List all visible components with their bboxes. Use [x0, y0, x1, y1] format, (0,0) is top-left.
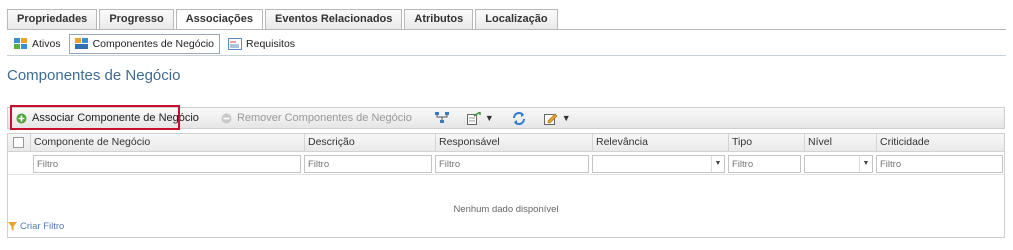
filter-criticidade-input[interactable]: [876, 155, 1003, 173]
empty-message: Nenhum dado disponível: [453, 204, 559, 215]
remove-components-button[interactable]: Remover Componentes de Negócio: [213, 107, 420, 129]
tabs-divider: [7, 29, 1006, 30]
tab-atributos[interactable]: Atributos: [404, 9, 474, 29]
refresh-button[interactable]: [503, 107, 535, 129]
grid-header: Componente de Negócio Descrição Responsá…: [8, 134, 1004, 152]
associate-label: Associar Componente de Negócio: [32, 112, 199, 124]
column-header-criticidade[interactable]: Criticidade: [876, 134, 1004, 152]
add-icon: [16, 113, 27, 123]
sub-tabs: Ativos Componentes de Negócio Requisitos: [8, 34, 301, 54]
hierarchy-view-button[interactable]: [426, 107, 458, 129]
dropdown-arrow-icon: ▼: [859, 156, 872, 172]
grid-toolbar: Associar Componente de Negócio Remover C…: [7, 107, 1005, 129]
remove-label: Remover Componentes de Negócio: [236, 112, 412, 124]
create-filter-link[interactable]: Criar Filtro: [8, 221, 64, 232]
dropdown-arrow-icon: ▼: [711, 156, 724, 172]
subtabs-divider: [7, 55, 1006, 56]
column-header-componente[interactable]: Componente de Negócio: [30, 134, 305, 152]
filter-icon: [8, 222, 17, 231]
subtab-requisitos-label: Requisitos: [246, 38, 296, 50]
hierarchy-icon: [434, 112, 449, 123]
subtab-requisitos[interactable]: Requisitos: [222, 34, 301, 54]
assets-icon: [14, 38, 27, 49]
filter-nivel-select[interactable]: ▼: [804, 155, 873, 173]
tab-progresso[interactable]: Progresso: [99, 9, 174, 29]
filter-relevancia-select[interactable]: ▼: [592, 155, 725, 173]
tab-propriedades[interactable]: Propriedades: [7, 9, 98, 29]
chevron-down-icon: ▼: [484, 113, 494, 123]
page-title: Componentes de Negócio: [7, 67, 181, 84]
create-filter-label: Criar Filtro: [20, 221, 65, 232]
tab-localizacao[interactable]: Localização: [475, 9, 558, 29]
column-header-relevancia[interactable]: Relevância: [592, 134, 728, 152]
tab-eventos-relacionados[interactable]: Eventos Relacionados: [265, 9, 403, 29]
tab-associacoes[interactable]: Associações: [175, 9, 263, 29]
remove-icon: [221, 113, 232, 123]
refresh-icon: [512, 111, 525, 125]
edit-icon: [543, 113, 558, 125]
associate-component-button[interactable]: Associar Componente de Negócio: [8, 107, 207, 129]
main-tabs: Propriedades Progresso Associações Event…: [7, 9, 558, 29]
edit-menu-button[interactable]: ▼: [535, 107, 580, 129]
column-header-descricao[interactable]: Descrição: [304, 134, 435, 152]
column-header-tipo[interactable]: Tipo: [728, 134, 804, 152]
export-icon: [466, 111, 481, 125]
requirements-icon: [228, 38, 243, 50]
filter-componente-input[interactable]: [33, 155, 301, 173]
filter-descricao-input[interactable]: [304, 155, 432, 173]
column-header-nivel[interactable]: Nível: [804, 134, 876, 152]
filter-tipo-input[interactable]: [728, 155, 801, 173]
business-component-icon: [74, 38, 88, 49]
filter-responsavel-input[interactable]: [435, 155, 589, 173]
select-all-checkbox[interactable]: [13, 137, 24, 148]
subtab-ativos-label: Ativos: [32, 38, 61, 50]
column-header-responsavel[interactable]: Responsável: [435, 134, 592, 152]
subtab-ativos[interactable]: Ativos: [8, 34, 67, 54]
export-menu-button[interactable]: ▼: [458, 107, 503, 129]
subtab-componentes-de-negocio[interactable]: Componentes de Negócio: [68, 34, 221, 54]
components-grid: Componente de Negócio Descrição Responsá…: [7, 133, 1005, 238]
filter-row: ▼ ▼: [8, 153, 1004, 175]
subtab-componentes-label: Componentes de Negócio: [92, 38, 215, 50]
chevron-down-icon: ▼: [561, 113, 571, 123]
